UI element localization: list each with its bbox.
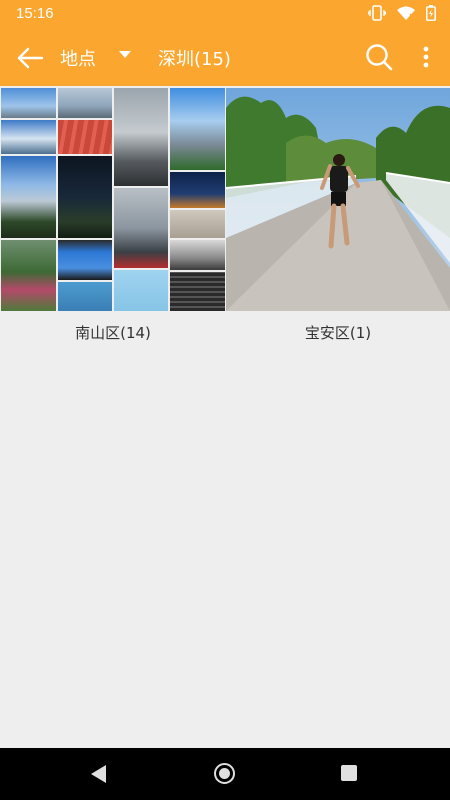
page-title[interactable]: 地点 — [60, 45, 96, 71]
album-thumbnail-grid[interactable] — [1, 88, 225, 311]
search-icon — [366, 44, 393, 71]
status-icons — [367, 5, 436, 25]
photo-thumbnail — [170, 210, 225, 238]
photo-thumbnail — [58, 240, 112, 280]
more-vert-icon — [423, 46, 429, 68]
app-bar: 地点 深圳(15) — [0, 28, 450, 86]
photo-thumbnail — [1, 88, 56, 118]
photo-thumbnail — [170, 272, 225, 311]
album-label: 宝安区(1) — [304, 324, 372, 342]
dropdown-icon[interactable] — [119, 51, 131, 58]
battery-icon — [426, 5, 436, 25]
back-button[interactable] — [14, 42, 46, 74]
status-bar: 15:16 — [0, 0, 450, 28]
photo-thumbnail — [114, 270, 168, 311]
photo-thumbnail — [1, 156, 56, 238]
wifi-icon — [396, 5, 416, 25]
photo-thumbnail — [170, 240, 225, 270]
nav-recents-icon[interactable] — [341, 765, 357, 781]
photo-thumbnail — [170, 172, 225, 208]
photo-thumbnail — [58, 120, 112, 154]
photo-thumbnail — [58, 282, 112, 311]
album-thumbnail[interactable] — [226, 88, 450, 311]
nav-back-icon[interactable] — [91, 765, 106, 783]
photo-thumbnail — [114, 188, 168, 268]
more-options-button[interactable] — [418, 42, 434, 72]
navigation-bar — [0, 748, 450, 800]
photo-thumbnail — [114, 88, 168, 186]
photo-thumbnail — [58, 88, 112, 118]
photo-thumbnail — [170, 88, 225, 170]
search-button[interactable] — [364, 42, 394, 72]
album-label: 南山区(14) — [75, 324, 151, 342]
status-time: 15:16 — [16, 5, 54, 22]
photo-thumbnail — [1, 240, 56, 311]
vibrate-icon — [367, 5, 387, 25]
photo-thumbnail — [58, 156, 112, 238]
location-subtitle: 深圳(15) — [158, 49, 231, 70]
photo-thumbnail — [226, 88, 450, 311]
back-arrow-icon — [17, 47, 44, 69]
nav-home-icon[interactable] — [214, 763, 235, 784]
photo-thumbnail — [1, 120, 56, 154]
